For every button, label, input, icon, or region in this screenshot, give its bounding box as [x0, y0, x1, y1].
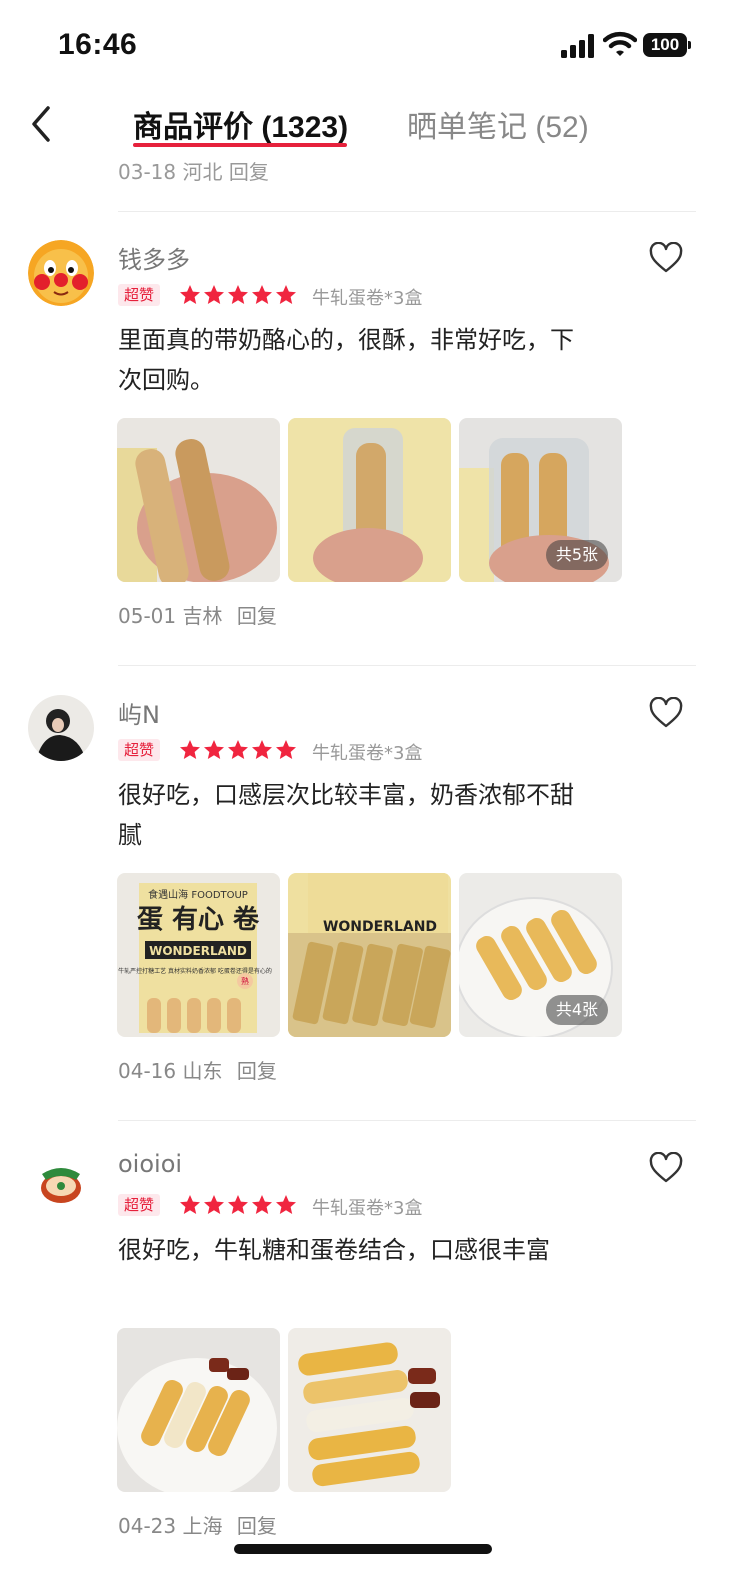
rating-badge: 超赞	[118, 1194, 161, 1216]
avatar[interactable]	[28, 695, 94, 761]
packaged-rolls-photo: WONDERLAND	[288, 873, 451, 1037]
heart-outline-icon[interactable]	[648, 1152, 684, 1184]
star-icon	[180, 1195, 200, 1214]
review-meta: 05-01 吉林 回复	[118, 600, 277, 629]
review-photo[interactable]: 食遇山海 FOODTOUP 蛋 有心 卷 WONDERLAND 牛轧严控打糖工艺…	[117, 873, 280, 1037]
username[interactable]: 屿N	[118, 695, 160, 730]
battery-tip	[688, 41, 691, 49]
review-item: oioioi 超赞 牛轧蛋卷*3盒 很好吃，牛轧糖和蛋卷结合，口感很丰富 04-…	[0, 1150, 730, 1580]
cellular-signal-icon	[561, 34, 594, 58]
review-location: 上海	[182, 1514, 223, 1538]
username[interactable]: 钱多多	[118, 240, 190, 275]
username[interactable]: oioioi	[118, 1150, 182, 1178]
photo-count: 共4张	[545, 995, 608, 1025]
tab-reviews[interactable]: 商品评价 (1323)	[133, 102, 348, 146]
avatar[interactable]	[28, 1150, 94, 1216]
product-variant: 牛轧蛋卷*3盒	[312, 288, 423, 309]
box-stamp-text: 熟	[241, 976, 249, 986]
star-icon	[252, 285, 272, 304]
star-icon	[204, 1195, 224, 1214]
egg-roll-photo	[288, 418, 451, 582]
egg-roll-photo	[117, 418, 280, 582]
avatar-image	[28, 1150, 94, 1216]
wifi-icon	[603, 31, 637, 56]
chevron-left-icon[interactable]	[22, 102, 62, 146]
box-wonderland-text: WONDERLAND	[149, 944, 247, 958]
star-rating	[178, 283, 298, 307]
star-icon	[276, 740, 296, 759]
box-slogan-text: 牛轧严控打糖工艺 真材实料奶香浓郁 吃蛋卷还得是有心的	[118, 967, 272, 975]
review-date: 05-01	[118, 604, 177, 628]
avatar-image	[28, 695, 94, 761]
home-indicator[interactable]	[234, 1544, 492, 1554]
tab-notes[interactable]: 晒单笔记 (52)	[407, 102, 589, 146]
star-icon	[204, 285, 224, 304]
product-variant: 牛轧蛋卷*3盒	[312, 743, 423, 764]
status-time: 16:46	[58, 28, 138, 61]
review-text: 里面真的带奶酪心的，很酥，非常好吃，下次回购。	[118, 326, 574, 394]
battery-level: 100	[643, 33, 687, 57]
heart-outline-icon[interactable]	[648, 242, 684, 274]
rating-badge: 超赞	[118, 739, 161, 761]
reply-button[interactable]: 回复	[237, 604, 277, 628]
star-icon	[204, 740, 224, 759]
status-bar: 16:46 100	[0, 0, 730, 90]
photo-count: 共5张	[545, 540, 608, 570]
review-photo[interactable]	[288, 418, 451, 582]
active-tab-indicator	[133, 143, 347, 147]
review-location: 山东	[182, 1059, 223, 1083]
reply-button[interactable]: 回复	[237, 1514, 277, 1538]
star-rating	[178, 738, 298, 762]
review-date: 04-23	[118, 1514, 177, 1538]
box-title-text: 蛋 有心 卷	[137, 905, 260, 935]
product-variant: 牛轧蛋卷*3盒	[312, 1198, 423, 1219]
review-meta: 04-23 上海 回复	[118, 1510, 277, 1539]
star-icon	[180, 285, 200, 304]
divider	[118, 211, 696, 212]
stacked-rolls-photo	[288, 1328, 451, 1492]
avatar[interactable]	[28, 240, 94, 306]
review-date: 04-16	[118, 1059, 177, 1083]
heart-outline-icon[interactable]	[648, 697, 684, 729]
star-icon	[276, 1195, 296, 1214]
star-icon	[276, 285, 296, 304]
review-photo[interactable]	[117, 418, 280, 582]
previous-review-meta: 03-18 河北 回复	[118, 160, 269, 184]
review-item: 钱多多 超赞 牛轧蛋卷*3盒 里面真的带奶酪心的，很酥，非常好吃，下次回购。 共…	[0, 240, 730, 694]
review-location: 吉林	[182, 604, 223, 628]
star-icon	[180, 740, 200, 759]
review-photo[interactable]: 共5张	[459, 418, 622, 582]
box-wonderland-text: WONDERLAND	[323, 919, 437, 935]
box-brand-text: 食遇山海 FOODTOUP	[148, 888, 248, 901]
battery-icon: 100	[643, 33, 691, 57]
divider	[118, 1120, 696, 1121]
reply-button[interactable]: 回复	[237, 1059, 277, 1083]
divider	[118, 665, 696, 666]
review-list[interactable]: 03-18 河北 回复 钱多多 超赞 牛轧蛋卷*3盒 里面真的带奶酪心的，很酥，…	[0, 150, 730, 1580]
star-icon	[252, 1195, 272, 1214]
avatar-image	[28, 240, 94, 306]
star-icon	[228, 285, 248, 304]
star-rating	[178, 1193, 298, 1217]
review-meta: 04-16 山东 回复	[118, 1055, 277, 1084]
rating-badge: 超赞	[118, 284, 161, 306]
star-icon	[228, 740, 248, 759]
plated-rolls-photo	[117, 1328, 280, 1492]
review-item: 屿N 超赞 牛轧蛋卷*3盒 很好吃，口感层次比较丰富，奶香浓郁不甜腻 食遇山海 …	[0, 695, 730, 1149]
star-icon	[252, 740, 272, 759]
product-box-photo: 食遇山海 FOODTOUP 蛋 有心 卷 WONDERLAND 牛轧严控打糖工艺…	[117, 873, 280, 1037]
review-photo[interactable]: WONDERLAND	[288, 873, 451, 1037]
star-icon	[228, 1195, 248, 1214]
review-photo[interactable]	[117, 1328, 280, 1492]
review-photo[interactable]	[288, 1328, 451, 1492]
review-text: 很好吃，口感层次比较丰富，奶香浓郁不甜腻	[118, 781, 574, 849]
review-photo[interactable]: 共4张	[459, 873, 622, 1037]
review-text: 很好吃，牛轧糖和蛋卷结合，口感很丰富	[118, 1236, 550, 1264]
